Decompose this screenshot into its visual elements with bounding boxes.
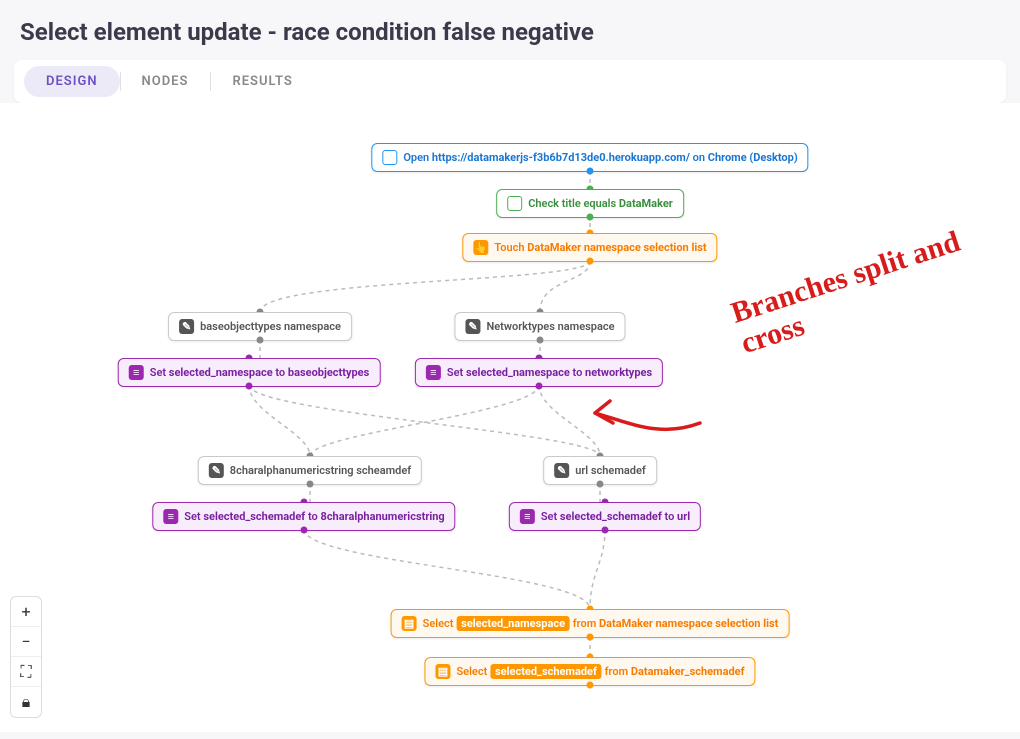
database-icon: ≡ bbox=[163, 509, 178, 524]
window-icon bbox=[382, 150, 397, 165]
port-out bbox=[536, 383, 543, 390]
port-out bbox=[257, 337, 264, 344]
port-out bbox=[301, 527, 308, 534]
node-text: 8charalphanumericstring scheamdef bbox=[230, 464, 411, 477]
tab-bar: DESIGN NODES RESULTS bbox=[14, 60, 1006, 103]
node-text: Select selected_schemadef from Datamaker… bbox=[456, 665, 744, 678]
node-text: Set selected_schemadef to url bbox=[541, 510, 690, 523]
diagram-canvas[interactable]: Open https://datamakerjs-f3b6b7d13de0.he… bbox=[0, 103, 1020, 732]
select-icon: ▤ bbox=[402, 616, 417, 631]
port-out bbox=[587, 634, 594, 641]
edit-icon: ✎ bbox=[179, 319, 194, 334]
node-text: Touch DataMaker namespace selection list bbox=[494, 241, 706, 254]
edit-icon: ✎ bbox=[465, 319, 480, 334]
database-icon: ≡ bbox=[520, 509, 535, 524]
node-text: Networktypes namespace bbox=[486, 320, 614, 333]
node-text: Set selected_schemadef to 8charalphanume… bbox=[184, 510, 444, 523]
lock-button[interactable]: 🔒︎ bbox=[11, 687, 41, 717]
port-out bbox=[246, 383, 253, 390]
port-out bbox=[597, 481, 604, 488]
node-text: Select selected_namespace from DataMaker… bbox=[423, 617, 779, 630]
node-text: Check title equals DataMaker bbox=[528, 197, 673, 210]
tab-design[interactable]: DESIGN bbox=[24, 66, 120, 97]
select-icon: ▤ bbox=[435, 664, 450, 679]
window-icon bbox=[507, 196, 522, 211]
database-icon: ≡ bbox=[129, 365, 144, 380]
port-out bbox=[587, 258, 594, 265]
page-title: Select element update - race condition f… bbox=[20, 18, 1000, 46]
node-text: Set selected_namespace to networktypes bbox=[447, 366, 652, 379]
node-text: url schemadef bbox=[575, 464, 646, 477]
port-out bbox=[587, 214, 594, 221]
handwritten-annotation: Branches split and cross bbox=[727, 210, 1020, 360]
database-icon: ≡ bbox=[426, 365, 441, 380]
port-out bbox=[587, 682, 594, 689]
fullscreen-button[interactable]: ⛶ bbox=[11, 657, 41, 687]
node-text: Set selected_namespace to baseobjecttype… bbox=[150, 366, 370, 379]
edit-icon: ✎ bbox=[554, 463, 569, 478]
tab-results[interactable]: RESULTS bbox=[210, 66, 314, 97]
port-out bbox=[307, 481, 314, 488]
node-text: Open https://datamakerjs-f3b6b7d13de0.he… bbox=[403, 151, 797, 164]
tab-nodes[interactable]: NODES bbox=[120, 66, 211, 97]
touch-icon: 👆 bbox=[473, 240, 488, 255]
port-out bbox=[587, 168, 594, 175]
zoom-out-button[interactable]: − bbox=[11, 627, 41, 657]
zoom-in-button[interactable]: + bbox=[11, 597, 41, 627]
node-text: baseobjecttypes namespace bbox=[200, 320, 341, 333]
port-out bbox=[602, 527, 609, 534]
edit-icon: ✎ bbox=[209, 463, 224, 478]
port-out bbox=[537, 337, 544, 344]
zoom-controls: + − ⛶ 🔒︎ bbox=[10, 596, 42, 718]
